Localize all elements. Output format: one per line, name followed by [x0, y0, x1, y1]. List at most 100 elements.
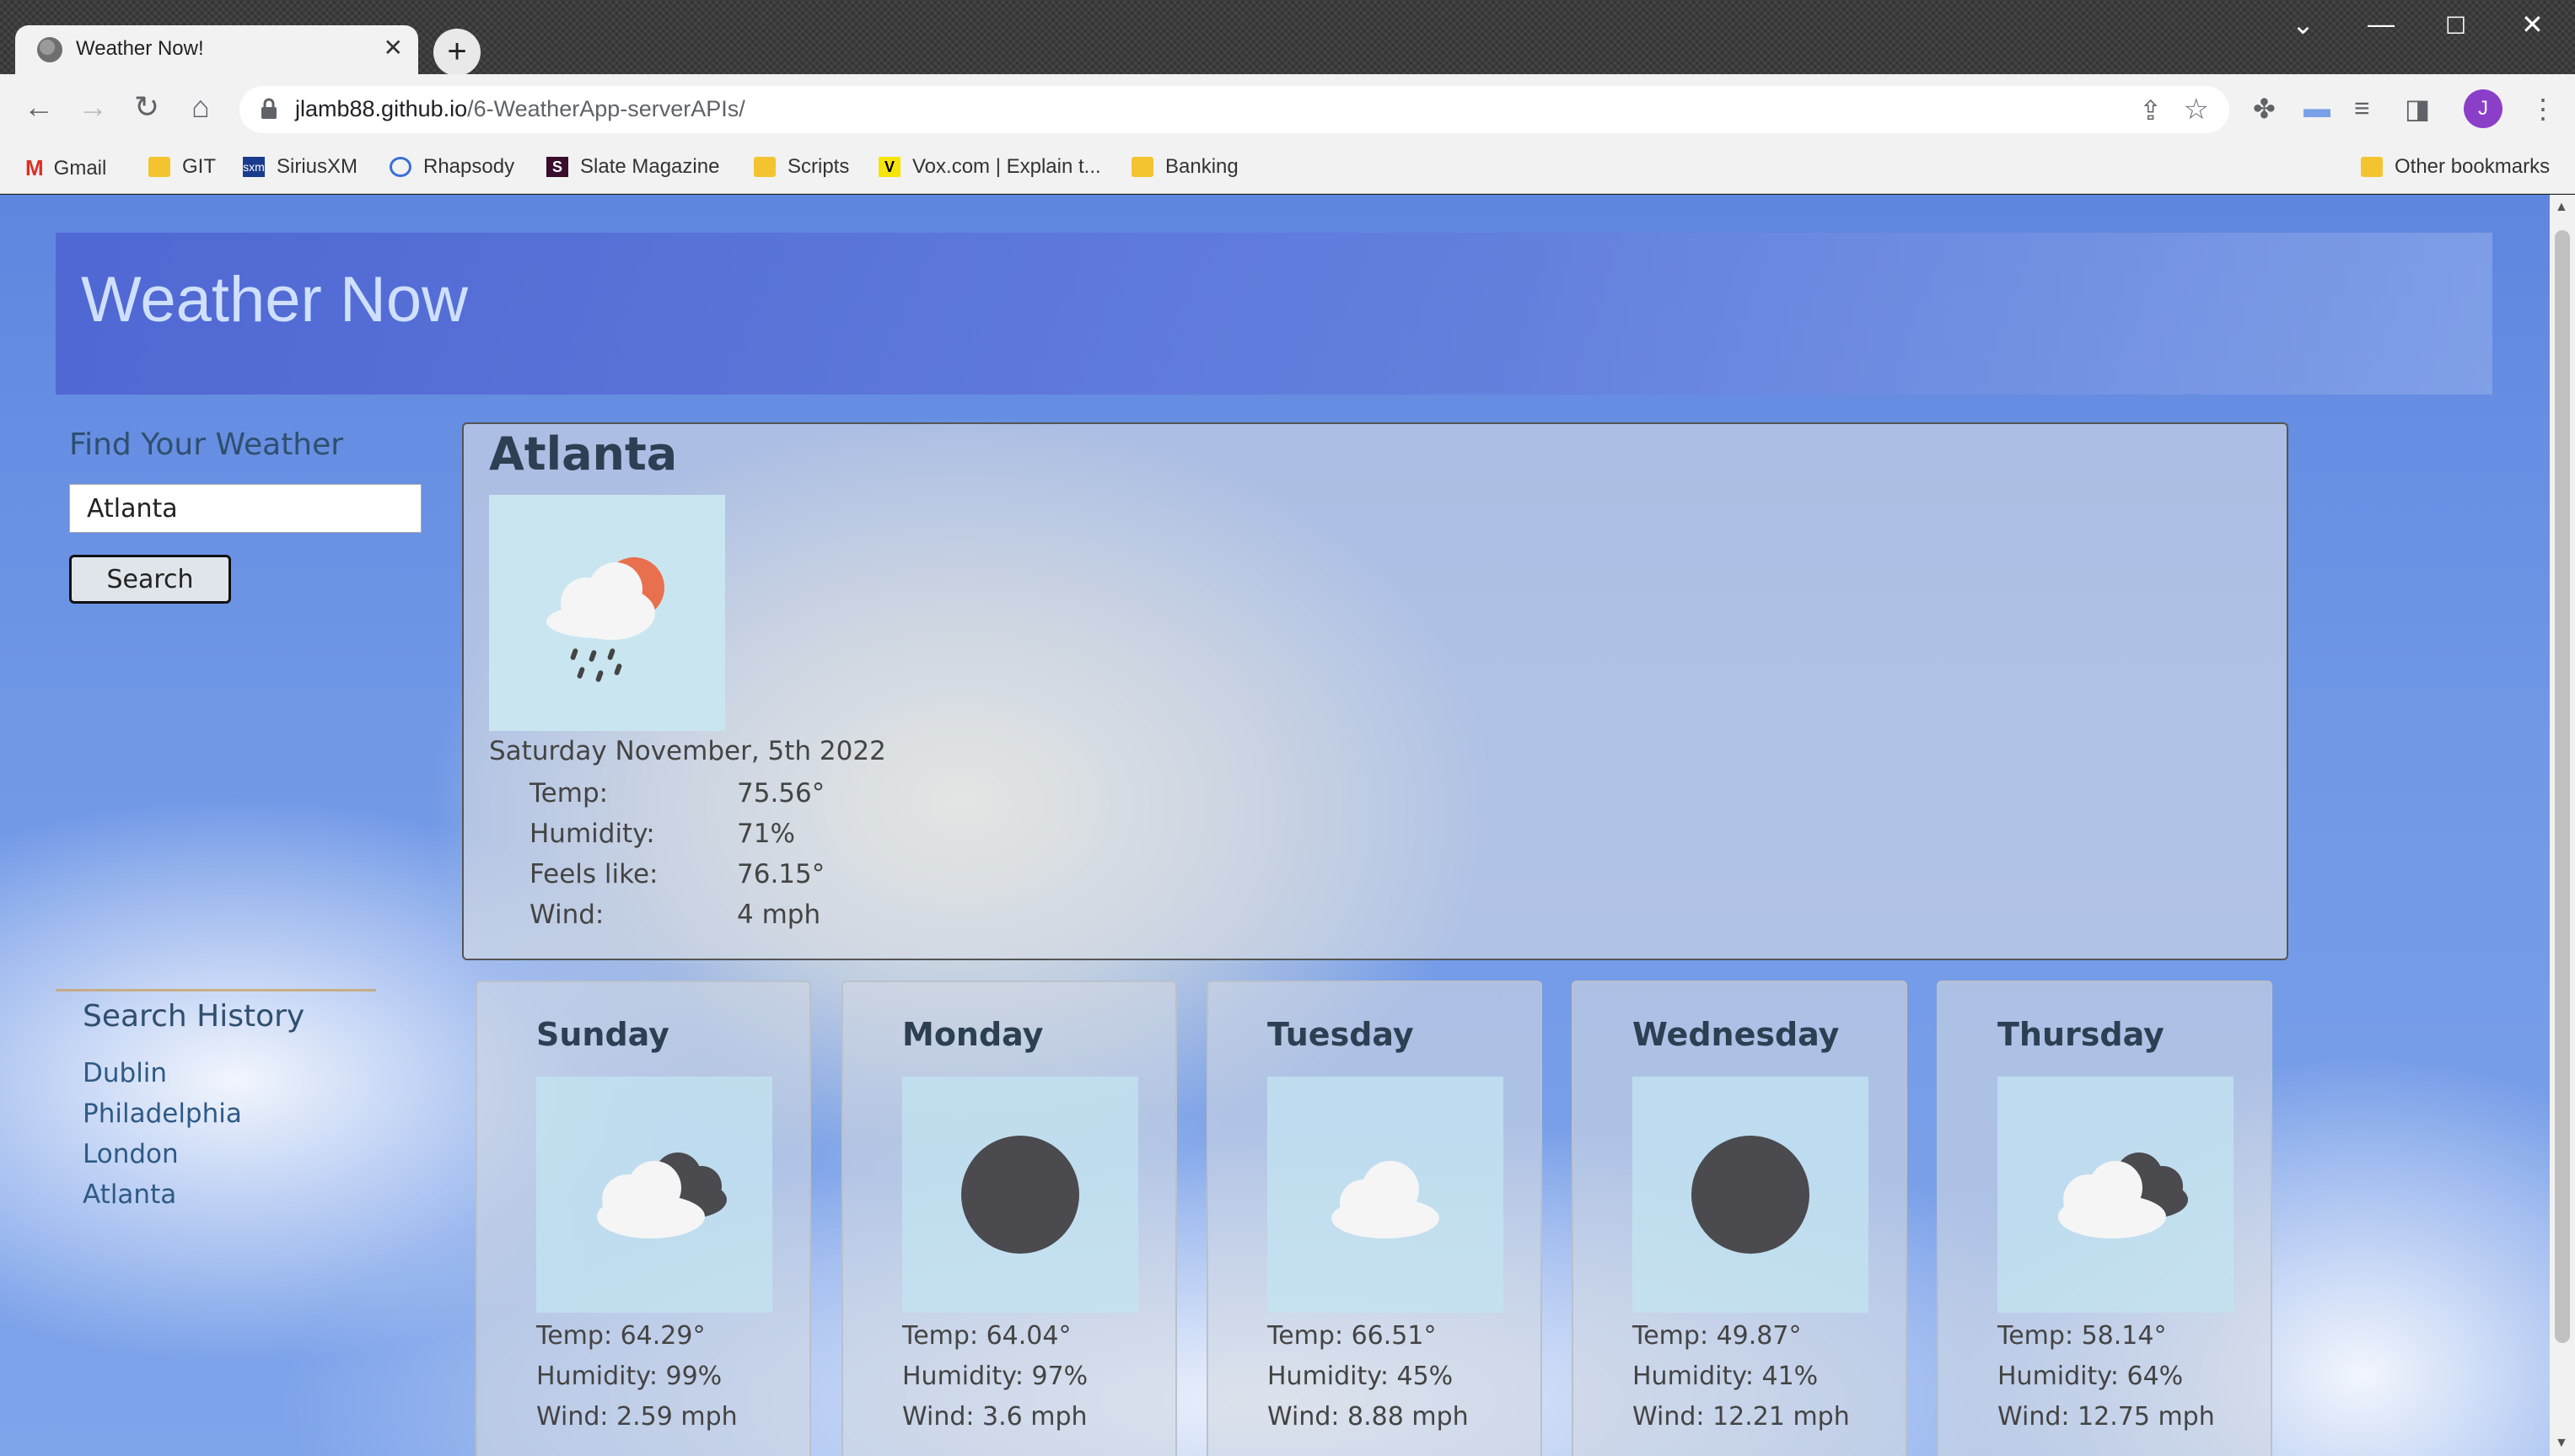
forecast-temp: Temp: 58.14° — [1997, 1321, 2167, 1351]
bookmark-scripts[interactable]: Scripts — [754, 155, 849, 179]
browser-toolbar: ← → ↻ ⌂ jlamb88.github.io/6-WeatherApp-s… — [0, 74, 2575, 145]
forecast-card: Thursday Temp: 58.14° Humidity: 64% Wind… — [1937, 981, 2272, 1456]
menu-icon[interactable]: ⋮ — [2529, 93, 2556, 125]
forecast-temp: Temp: 49.87° — [1632, 1321, 1802, 1351]
forecast-icon-box — [536, 1077, 772, 1313]
bookmark-banking[interactable]: Banking — [1132, 155, 1239, 179]
scrollbar-thumb[interactable] — [2555, 230, 2570, 1343]
siriusxm-icon: sxm — [243, 157, 265, 177]
extension-icon[interactable]: ▬ — [2304, 93, 2330, 124]
city-search-input[interactable] — [69, 484, 422, 533]
forecast-humidity: Humidity: 64% — [1997, 1362, 2184, 1391]
url-host: jlamb88.github.io — [295, 96, 468, 121]
history-item[interactable]: Dublin — [83, 1058, 242, 1099]
extensions-icon[interactable]: ✤ — [2253, 93, 2276, 125]
bookmark-siriusxm[interactable]: sxm SiriusXM — [243, 155, 357, 179]
forecast-humidity: Humidity: 97% — [902, 1362, 1089, 1391]
bookmark-star-icon[interactable]: ☆ — [2184, 93, 2209, 126]
tab-search-icon[interactable]: ⌄ — [2292, 8, 2314, 40]
tab-title: Weather Now! — [76, 37, 204, 60]
forecast-temp: Temp: 64.29° — [536, 1321, 706, 1351]
share-icon[interactable]: ⇪ — [2139, 94, 2162, 126]
bookmark-label: Banking — [1165, 155, 1239, 178]
url-text: jlamb88.github.io/6-WeatherApp-serverAPI… — [295, 96, 745, 122]
history-item[interactable]: Atlanta — [83, 1179, 242, 1220]
forward-icon[interactable]: → — [73, 89, 113, 125]
back-icon[interactable]: ← — [19, 89, 59, 125]
history-list: Dublin Philadelphia London Atlanta — [83, 1058, 242, 1220]
tab-strip: Weather Now! ✕ + ⌄ — ☐ ✕ — [0, 0, 2575, 76]
other-bookmarks[interactable]: Other bookmarks — [2361, 155, 2550, 179]
reload-icon[interactable]: ↻ — [126, 89, 167, 125]
bookmark-label: Other bookmarks — [2395, 155, 2551, 178]
browser-tab[interactable]: Weather Now! ✕ — [15, 25, 418, 74]
forecast-wind: Wind: 3.6 mph — [902, 1402, 1088, 1432]
stat-row: Feels like: 76.15° — [530, 854, 825, 895]
search-heading: Find Your Weather — [69, 427, 344, 462]
maximize-icon[interactable]: ☐ — [2445, 12, 2466, 40]
bookmark-gmail[interactable]: M Gmail — [25, 155, 106, 181]
profile-avatar[interactable]: J — [2464, 89, 2502, 128]
clear-icon — [961, 1136, 1079, 1254]
address-bar[interactable]: jlamb88.github.io/6-WeatherApp-serverAPI… — [239, 86, 2229, 133]
forecast-icon-box — [1267, 1077, 1503, 1313]
forecast-wind: Wind: 12.75 mph — [1997, 1402, 2215, 1432]
scroll-up-icon[interactable]: ▲ — [2555, 200, 2568, 215]
media-icon[interactable]: ≡ — [2354, 93, 2370, 124]
bookmark-rhapsody[interactable]: Rhapsody — [390, 155, 514, 179]
url-path: /6-WeatherApp-serverAPIs/ — [467, 96, 745, 121]
app-header: Weather Now — [56, 233, 2492, 395]
forecast-day: Wednesday — [1632, 1016, 1840, 1053]
forecast-day: Sunday — [536, 1016, 669, 1053]
gmail-icon: M — [25, 155, 44, 180]
stat-value: 76.15° — [737, 859, 825, 889]
stat-label: Wind: — [530, 900, 605, 930]
forecast-card: Wednesday Temp: 49.87° Humidity: 41% Win… — [1572, 981, 1907, 1456]
forecast-temp: Temp: 64.04° — [902, 1321, 1072, 1351]
bookmark-slate[interactable]: S Slate Magazine — [546, 155, 719, 179]
folder-icon — [148, 157, 170, 177]
forecast-icon-box — [1997, 1077, 2234, 1313]
stat-value: 71% — [737, 819, 795, 849]
rhapsody-icon — [390, 157, 411, 177]
folder-icon — [1132, 157, 1153, 177]
stat-label: Temp: — [530, 778, 609, 809]
window-close-icon[interactable]: ✕ — [2521, 8, 2544, 40]
page-scrollbar[interactable]: ▲ ▼ — [2550, 195, 2575, 1456]
forecast-card: Monday Temp: 64.04° Humidity: 97% Wind: … — [841, 981, 1177, 1456]
forecast-humidity: Humidity: 99% — [536, 1362, 723, 1391]
history-item[interactable]: Philadelphia — [83, 1099, 242, 1139]
folder-icon — [754, 157, 776, 177]
globe-icon — [37, 37, 62, 62]
side-panel-icon[interactable]: ◨ — [2405, 93, 2430, 125]
forecast-icon-box — [1632, 1077, 1868, 1313]
home-icon[interactable]: ⌂ — [180, 89, 221, 125]
lock-icon — [261, 98, 277, 119]
new-tab-button[interactable]: + — [433, 29, 481, 76]
stat-label: Feels like: — [530, 859, 659, 889]
bookmark-label: Rhapsody — [423, 155, 515, 178]
cloud-icon — [1331, 1161, 1439, 1238]
forecast-temp: Temp: 66.51° — [1267, 1321, 1437, 1351]
bookmark-git[interactable]: GIT — [148, 155, 216, 179]
close-tab-icon[interactable]: ✕ — [384, 34, 403, 62]
forecast-wind: Wind: 8.88 mph — [1267, 1402, 1469, 1432]
stat-label: Humidity: — [530, 819, 655, 849]
slate-icon: S — [546, 157, 568, 177]
forecast-icon-box — [902, 1077, 1138, 1313]
forecast-card: Tuesday Temp: 66.51° Humidity: 45% Wind:… — [1207, 981, 1542, 1456]
history-heading: Search History — [83, 999, 305, 1034]
minimize-icon[interactable]: — — [2368, 8, 2395, 40]
scroll-down-icon[interactable]: ▼ — [2555, 1436, 2568, 1451]
current-stats-table: Temp: 75.56° Humidity: 71% Feels like: 76.1… — [530, 773, 825, 935]
clear-icon — [1691, 1136, 1809, 1254]
bookmark-label: SiriusXM — [277, 155, 358, 178]
stat-row: Temp: 75.56° — [530, 773, 825, 814]
history-item[interactable]: London — [83, 1139, 242, 1179]
search-button[interactable]: Search — [69, 555, 231, 604]
app-title: Weather Now — [81, 264, 469, 336]
forecast-day: Thursday — [1997, 1016, 2164, 1053]
bookmark-vox[interactable]: V Vox.com | Explain t... — [879, 155, 1101, 179]
stat-row: Humidity: 71% — [530, 814, 825, 854]
stat-row: Wind: 4 mph — [530, 895, 825, 935]
